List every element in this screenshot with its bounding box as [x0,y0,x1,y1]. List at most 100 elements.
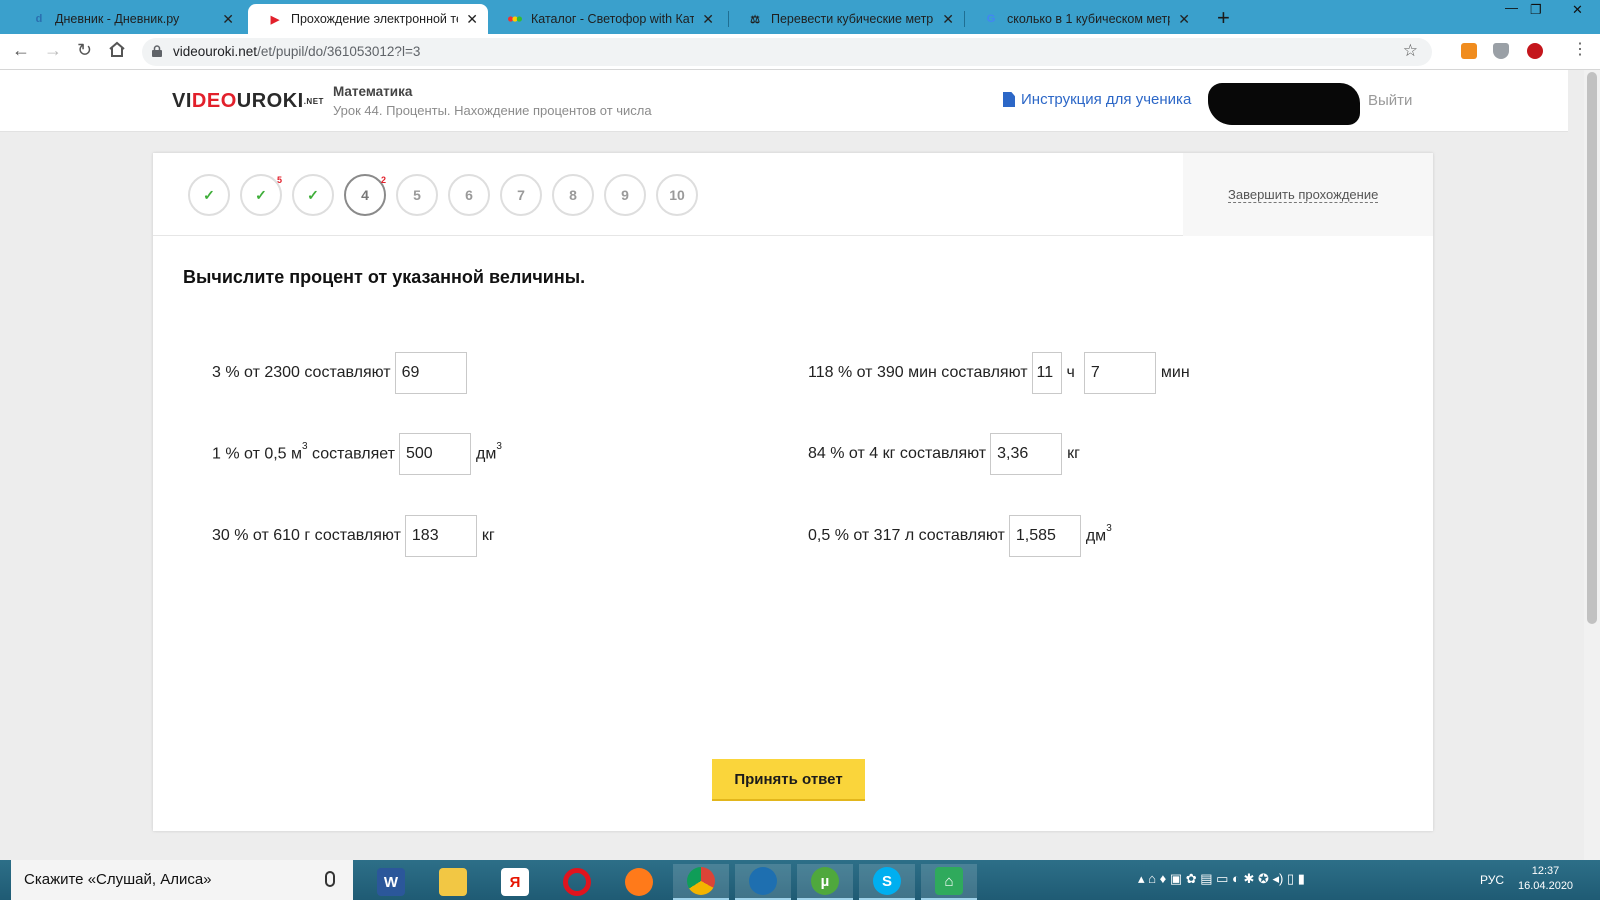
system-tray-icons[interactable]: ▴ ⌂ ♦ ▣ ✿ ▤ ▭ ◐ ✱ ✪ ◂) ▯ ▮ [1138,871,1305,887]
exercise-text: 0,5 % от 317 л составляют [808,527,1005,544]
unit-label: кг [481,527,495,544]
close-icon[interactable]: ✕ [942,11,954,28]
instruction-link[interactable]: Инструкция для ученика [1003,91,1191,108]
exercise-text: 118 % от 390 мин составляют [808,364,1028,381]
exponent: 3 [1106,523,1112,535]
language-indicator[interactable]: РУС [1480,873,1504,887]
answer-input-e[interactable]: 3,36 [990,433,1063,475]
word-icon[interactable]: W [363,864,419,900]
close-icon[interactable]: ✕ [222,11,234,28]
opera-icon[interactable] [549,864,605,900]
tab-label: Дневник - Дневник.ру [55,12,180,26]
attempts-badge: 5 [276,175,282,185]
redacted-username [1208,83,1360,125]
shield-extension-icon[interactable] [1493,43,1509,59]
unit-label: ч [1066,364,1075,381]
back-icon[interactable]: ← [12,40,30,61]
exercise-b: 1 % от 0,5 м3 составляет 500 дм3 [212,433,502,475]
instruction-label: Инструкция для ученика [1021,91,1192,108]
site-logo[interactable]: VIDEOUROKI.NET [172,90,324,113]
browser-globe-icon[interactable] [735,864,791,900]
browser-tab-videouroki[interactable]: ▶ Прохождение электронной тетр ✕ [248,4,488,34]
red-extension-icon[interactable] [1527,43,1543,59]
answer-input-hours[interactable]: 11 [1031,352,1062,394]
exponent: 3 [496,441,502,453]
clock[interactable]: 12:37 16.04.2020 [1518,864,1573,894]
step-2[interactable]: ✓ 5 [240,174,282,216]
exercise-text: 1 % от 0,5 м3 составляет [212,441,395,463]
step-5[interactable]: 5 [396,174,438,216]
exercise-f: 0,5 % от 317 л составляют 1,585 дм3 [808,515,1112,557]
browser-tab-strip: d Дневник - Дневник.ру ✕ ▶ Прохождение э… [0,0,1600,34]
answer-input-f[interactable]: 1,585 [1008,515,1081,557]
vpn-icon[interactable]: ⌂ [921,864,977,900]
new-tab-button[interactable]: + [1217,5,1230,31]
logo-text-2: DEO [191,90,237,112]
answer-input-c[interactable]: 183 [404,515,477,557]
exercise-a: 3 % от 2300 составляют 69 [212,352,467,394]
yandex-browser-icon[interactable]: Я [487,864,543,900]
step-10[interactable]: 10 [656,174,698,216]
window-close-icon[interactable]: ✕ [1572,2,1583,18]
answer-input-minutes[interactable]: 7 [1083,352,1156,394]
skype-icon[interactable]: S [859,864,915,900]
unit-label: дм3 [1085,523,1112,545]
exponent: 3 [302,441,308,453]
scrollbar-thumb[interactable] [1587,72,1597,624]
exercise-text-pre: 1 % от 0,5 м [212,445,303,463]
step-number: 10 [669,187,685,203]
browser-toolbar: ← → ↻ videouroki.net/et/pupil/do/3610530… [0,34,1600,70]
clock-time: 12:37 [1531,865,1560,877]
checkmark-icon: ✓ [255,186,267,203]
finish-link[interactable]: Завершить прохождение [1228,187,1379,203]
step-6[interactable]: 6 [448,174,490,216]
minimize-icon[interactable]: — [1505,0,1518,15]
step-3[interactable]: ✓ [292,174,334,216]
firefox-icon[interactable] [611,864,667,900]
chrome-icon[interactable] [673,864,729,900]
logo-text-3: UROKI [236,90,304,112]
url-path: /et/pupil/do/361053012?l=3 [257,44,421,59]
alice-search-box[interactable]: Скажите «Слушай, Алиса» [11,860,353,900]
utorrent-icon[interactable]: µ [797,864,853,900]
forward-icon[interactable]: → [44,40,62,61]
step-7[interactable]: 7 [500,174,542,216]
step-9[interactable]: 9 [604,174,646,216]
close-icon[interactable]: ✕ [466,11,478,28]
unit-text: дм [476,445,497,463]
finish-panel: Завершить прохождение [1183,153,1433,236]
traffic-light-icon [508,12,522,26]
tab-label: Перевести кубические метры в [771,12,935,26]
reload-icon[interactable]: ↻ [77,40,92,61]
menu-icon[interactable]: ⋮ [1572,39,1588,59]
answer-input-a[interactable]: 69 [394,352,467,394]
bookmark-star-icon[interactable]: ☆ [1403,41,1418,61]
close-icon[interactable]: ✕ [1178,11,1190,28]
restore-icon[interactable]: ❐ [1530,2,1542,18]
address-bar[interactable]: videouroki.net/et/pupil/do/361053012?l=3… [142,38,1432,66]
step-8[interactable]: 8 [552,174,594,216]
browser-tab-convert[interactable]: ⚖ Перевести кубические метры в ✕ [728,4,964,34]
browser-tab-dnevnik[interactable]: d Дневник - Дневник.ру ✕ [12,4,244,34]
step-1[interactable]: ✓ [188,174,230,216]
microphone-icon[interactable] [325,871,335,887]
unit-text: дм [1085,527,1107,545]
extension-icon[interactable] [1461,43,1477,59]
checkmark-icon: ✓ [203,186,215,203]
submit-answer-button[interactable]: Принять ответ [712,759,865,801]
logout-link[interactable]: Выйти [1368,92,1412,109]
home-icon[interactable] [108,41,126,62]
close-icon[interactable]: ✕ [702,11,714,28]
exercise-text: 3 % от 2300 составляют [212,364,391,381]
browser-tab-svetofor[interactable]: Каталог - Светофор with Катего ✕ [488,4,724,34]
step-number: 8 [569,187,577,203]
step-4[interactable]: 42 [344,174,386,216]
browser-tab-google[interactable]: G сколько в 1 кубическом метре ✕ [964,4,1200,34]
workbook-card: ✓ ✓ 5 ✓ 42 5 6 7 8 9 10 Завершить прохожд… [153,153,1433,831]
exercise-text: 84 % от 4 кг составляют [808,445,987,462]
file-explorer-icon[interactable] [425,864,481,900]
answer-input-b[interactable]: 500 [399,433,471,475]
subject-title: Математика [333,84,413,99]
lesson-title: Урок 44. Проценты. Нахождение процентов … [333,103,652,118]
page-scrollbar[interactable] [1584,70,1600,860]
